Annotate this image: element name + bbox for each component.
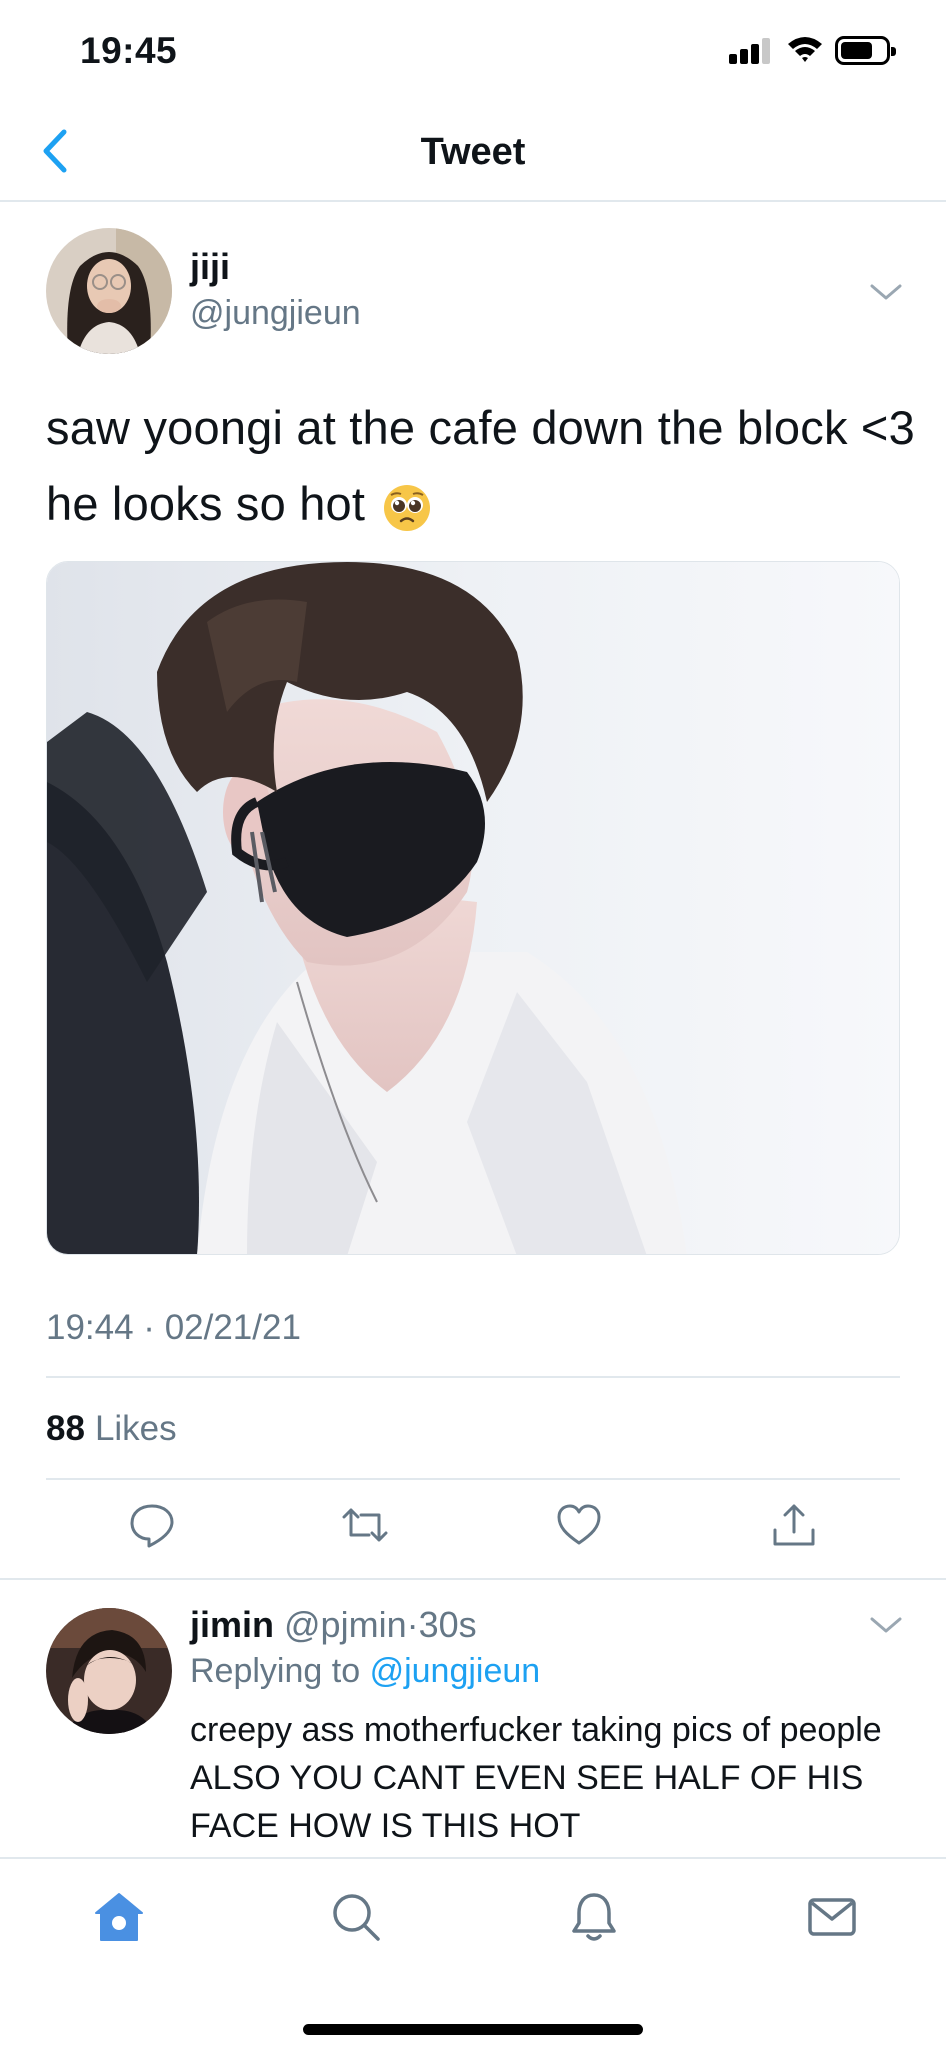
share-icon[interactable] [771,1502,817,1548]
tweet-text-content: saw yoongi at the cafe down the block <3… [46,401,915,530]
tweet-text: saw yoongi at the cafe down the block <3… [46,390,916,542]
reply-icon[interactable] [129,1502,175,1548]
likes-row[interactable]: 88 Likes [46,1409,177,1449]
divider [46,1376,900,1378]
battery-icon [835,36,896,65]
avatar[interactable] [46,228,172,354]
divider [0,1578,946,1580]
divider [46,1478,900,1480]
search-icon[interactable] [330,1891,382,1943]
pleading-face-icon [384,484,431,531]
status-bar: 19:45 [0,0,946,100]
tab-bar [0,1857,946,2048]
reply-display-name[interactable]: jimin [190,1604,274,1645]
likes-label: Likes [94,1409,177,1448]
reply-separator: · [406,1604,419,1645]
messages-icon[interactable] [806,1891,858,1943]
likes-count: 88 [46,1409,85,1448]
cellular-signal-icon [729,38,771,64]
tweet-timestamp: 19:44 · 02/21/21 [46,1308,301,1347]
user-handle[interactable]: @jungjieun [190,294,361,333]
reply-text: creepy ass motherfucker taking pics of p… [190,1711,882,1845]
home-icon[interactable] [93,1891,145,1943]
display-name[interactable]: jiji [190,246,230,288]
reply-avatar[interactable] [46,1608,172,1734]
status-time: 19:45 [80,30,178,71]
replying-to: Replying to @jungjieun [190,1652,540,1691]
notifications-icon[interactable] [568,1891,620,1943]
replying-to-mention[interactable]: @jungjieun [370,1652,541,1690]
page-title: Tweet [420,131,526,173]
reply-age: 30s [418,1604,477,1645]
replying-to-prefix: Replying to [190,1652,361,1690]
wifi-icon [788,37,822,62]
reply-handle[interactable]: @pjmin [284,1604,407,1645]
tweet-media-image[interactable] [46,561,900,1255]
reply-header: jimin @pjmin·30s [190,1604,477,1646]
chevron-down-icon[interactable] [869,282,903,302]
tweet-detail-screen: 19:45 Tweet jiji @jungjieun saw yoongi a… [0,0,946,2048]
retweet-icon[interactable] [342,1502,388,1548]
navigation-bar: Tweet [0,100,946,202]
home-indicator[interactable] [303,2024,643,2035]
chevron-down-icon[interactable] [869,1615,903,1635]
like-icon[interactable] [556,1502,602,1548]
